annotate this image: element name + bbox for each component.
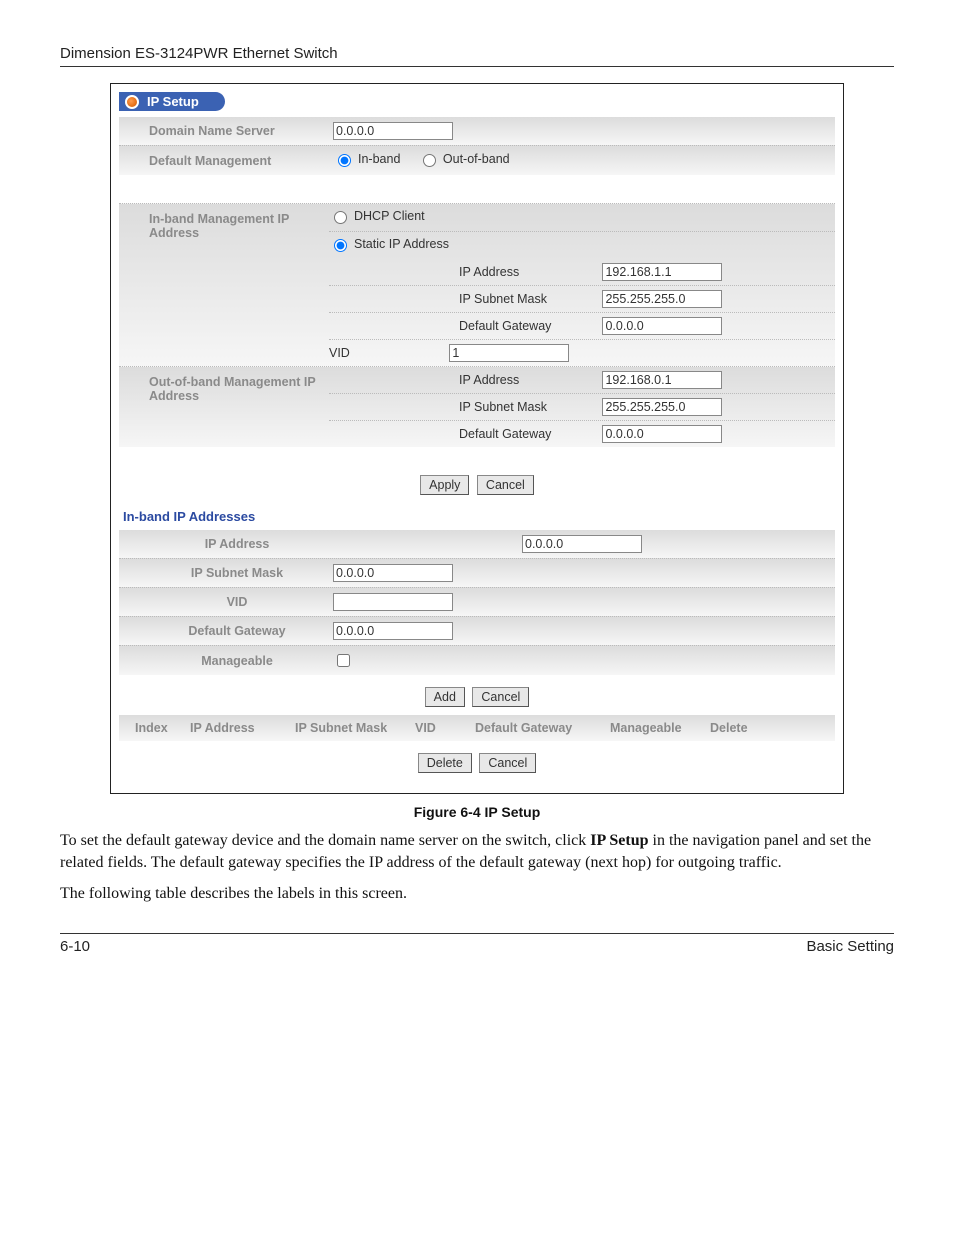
inband-ips-title: In-band IP Addresses — [119, 503, 835, 530]
ibip-gw-input[interactable] — [333, 622, 453, 640]
footer-section: Basic Setting — [806, 938, 894, 955]
inband-radio[interactable] — [338, 154, 351, 167]
document-header: Dimension ES-3124PWR Ethernet Switch — [60, 45, 894, 67]
ib-vid-label: VID — [329, 346, 446, 360]
ibip-ip-input[interactable] — [522, 535, 642, 553]
ib-gw-input[interactable] — [602, 317, 722, 335]
cancel-button-3[interactable]: Cancel — [479, 753, 536, 773]
ob-gw-input[interactable] — [602, 425, 722, 443]
bullet-icon — [125, 95, 139, 109]
inband-mgmt-label: In-band Management IP Address — [119, 204, 329, 245]
ob-mask-label: IP Subnet Mask — [459, 400, 599, 414]
th-index: Index — [129, 721, 184, 735]
ib-gw-label: Default Gateway — [459, 319, 599, 333]
th-delete: Delete — [704, 721, 759, 735]
th-ip: IP Address — [184, 721, 289, 735]
panel-title: IP Setup — [147, 94, 199, 109]
ib-ip-label: IP Address — [459, 265, 599, 279]
dhcp-radio-label: DHCP Client — [354, 209, 425, 223]
ob-ip-input[interactable] — [602, 371, 722, 389]
ibip-vid-input[interactable] — [333, 593, 453, 611]
ibip-mask-label: IP Subnet Mask — [119, 561, 329, 585]
staticip-radio-label: Static IP Address — [354, 237, 449, 251]
cancel-button-1[interactable]: Cancel — [477, 475, 534, 495]
default-mgmt-label: Default Management — [119, 149, 329, 173]
ibip-mgbl-checkbox[interactable] — [337, 654, 350, 667]
ib-vid-input[interactable] — [449, 344, 569, 362]
ibip-mask-input[interactable] — [333, 564, 453, 582]
apply-button[interactable]: Apply — [420, 475, 469, 495]
outband-radio-label: Out-of-band — [443, 152, 510, 166]
body-paragraph-2: The following table describes the labels… — [60, 883, 894, 905]
dns-row: Domain Name Server — [119, 117, 835, 146]
ibip-ip-label: IP Address — [119, 532, 329, 556]
ibip-mgbl-label: Manageable — [119, 649, 329, 673]
ip-table-header: Index IP Address IP Subnet Mask VID Defa… — [119, 715, 835, 741]
ib-mask-input[interactable] — [602, 290, 722, 308]
dns-input[interactable] — [333, 122, 453, 140]
outband-mgmt-label: Out-of-band Management IP Address — [119, 367, 329, 408]
th-mgbl: Manageable — [604, 721, 704, 735]
ib-mask-label: IP Subnet Mask — [459, 292, 599, 306]
ob-gw-label: Default Gateway — [459, 427, 599, 441]
outband-mgmt-section: Out-of-band Management IP Address IP Add… — [119, 366, 835, 447]
inband-radio-label: In-band — [358, 152, 400, 166]
ib-ip-input[interactable] — [602, 263, 722, 281]
figure-caption: Figure 6-4 IP Setup — [60, 804, 894, 820]
cancel-button-2[interactable]: Cancel — [472, 687, 529, 707]
page-number: 6-10 — [60, 938, 90, 955]
dhcp-radio[interactable] — [334, 211, 347, 224]
ob-mask-input[interactable] — [602, 398, 722, 416]
add-button[interactable]: Add — [425, 687, 465, 707]
dns-label: Domain Name Server — [119, 119, 329, 143]
ibip-gw-label: Default Gateway — [119, 619, 329, 643]
panel-title-tab: IP Setup — [119, 92, 225, 111]
page-footer: 6-10 Basic Setting — [60, 933, 894, 955]
staticip-radio[interactable] — [334, 239, 347, 252]
ip-setup-panel: IP Setup Domain Name Server Default Mana… — [110, 83, 844, 794]
body-paragraph-1: To set the default gateway device and th… — [60, 830, 894, 873]
th-vid: VID — [409, 721, 469, 735]
default-mgmt-row: Default Management In-band Out-of-band — [119, 146, 835, 175]
th-mask: IP Subnet Mask — [289, 721, 409, 735]
outband-radio[interactable] — [423, 154, 436, 167]
ibip-vid-label: VID — [119, 590, 329, 614]
delete-button[interactable]: Delete — [418, 753, 472, 773]
th-gw: Default Gateway — [469, 721, 604, 735]
inband-mgmt-section: In-band Management IP Address DHCP Clien… — [119, 203, 835, 366]
ob-ip-label: IP Address — [459, 373, 599, 387]
